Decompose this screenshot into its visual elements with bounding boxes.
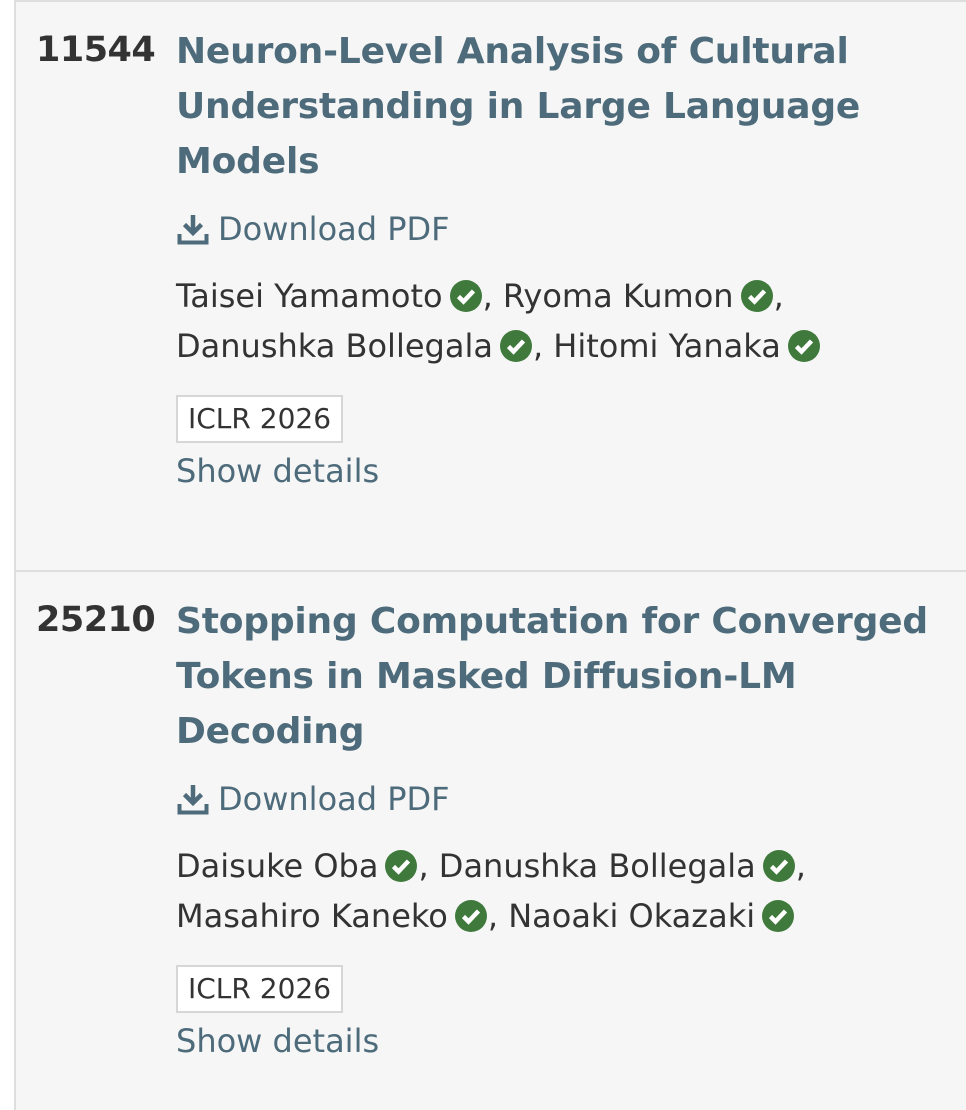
show-details-link[interactable]: Show details [176, 1019, 956, 1063]
download-pdf-link[interactable]: Download PDF [176, 777, 956, 821]
download-icon [177, 215, 209, 245]
venue-badge: ICLR 2026 [176, 395, 344, 443]
verified-check-icon [787, 330, 820, 362]
paper-list: 11544 Neuron-Level Analysis of Cultural … [14, 0, 966, 1110]
author-separator: , [418, 847, 439, 885]
author-link[interactable]: Hitomi Yanaka [553, 327, 781, 365]
author-separator: , [482, 277, 503, 315]
author-link[interactable]: Danushka Bollegala [176, 327, 493, 365]
author-link[interactable]: Ryoma Kumon [503, 277, 734, 315]
author-link[interactable]: Masahiro Kaneko [176, 897, 448, 935]
download-icon [177, 785, 209, 815]
paper-body: Neuron-Level Analysis of Cultural Unders… [176, 24, 956, 493]
author-list: Daisuke Oba, Danushka Bollegala, Masahiro… [176, 841, 956, 941]
download-pdf-link[interactable]: Download PDF [176, 207, 956, 251]
download-pdf-label: Download PDF [218, 210, 450, 248]
author-link[interactable]: Danushka Bollegala [439, 847, 756, 885]
verified-check-icon [499, 330, 532, 362]
author-link[interactable]: Daisuke Oba [176, 847, 378, 885]
author-separator: , [795, 847, 806, 885]
paper-number: 11544 [36, 30, 156, 70]
show-details-link[interactable]: Show details [176, 449, 956, 493]
download-pdf-label: Download PDF [218, 780, 450, 818]
verified-check-icon [454, 900, 487, 932]
author-separator: , [773, 277, 784, 315]
venue-badge: ICLR 2026 [176, 965, 344, 1013]
paper-note: 25210 Stopping Computation for Converged… [16, 570, 966, 1110]
author-list: Taisei Yamamoto, Ryoma Kumon, Danushka Bo… [176, 271, 956, 371]
author-separator: , [487, 897, 509, 935]
author-link[interactable]: Taisei Yamamoto [176, 277, 443, 315]
verified-check-icon [740, 280, 773, 312]
verified-check-icon [449, 280, 482, 312]
paper-title-link[interactable]: Neuron-Level Analysis of Cultural Unders… [176, 24, 956, 189]
author-link[interactable]: Naoaki Okazaki [508, 897, 755, 935]
paper-title-link[interactable]: Stopping Computation for Converged Token… [176, 594, 956, 759]
paper-body: Stopping Computation for Converged Token… [176, 594, 956, 1063]
verified-check-icon [385, 850, 418, 882]
paper-number: 25210 [36, 600, 156, 640]
verified-check-icon [762, 850, 795, 882]
paper-note: 11544 Neuron-Level Analysis of Cultural … [16, 0, 966, 570]
verified-check-icon [762, 900, 795, 932]
author-separator: , [532, 327, 554, 365]
